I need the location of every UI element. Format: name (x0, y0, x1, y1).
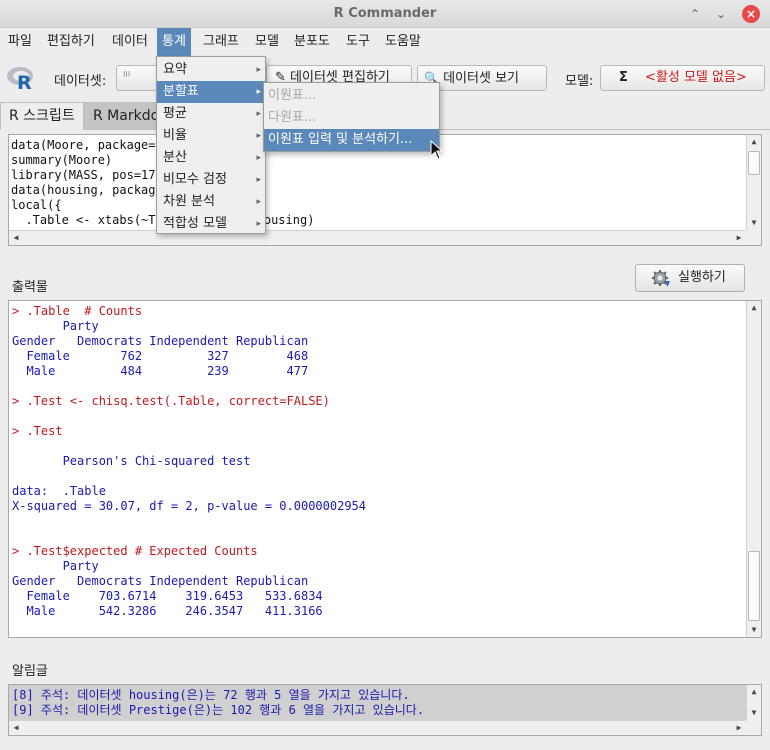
menu-file[interactable]: 파일 (3, 28, 37, 56)
menu-item-summaries[interactable]: 요약 ▸ (157, 59, 265, 81)
output-result-line (12, 379, 366, 394)
collapse-icon[interactable]: ⌃ (686, 5, 704, 23)
menu-models[interactable]: 모델 (250, 28, 284, 56)
dataset-label: 데이터셋: (54, 74, 107, 89)
output-command-line: > .Test <- chisq.test(.Table, correct=FA… (12, 394, 330, 408)
active-model-value: <활성 모델 없음> (645, 70, 747, 85)
output-text: > .Table # Counts Party Gender Democrats … (12, 304, 366, 619)
model-label: 모델: (565, 74, 594, 89)
menu-data[interactable]: 데이터 (107, 28, 153, 56)
submenu-arrow-icon: ▸ (256, 153, 261, 163)
messages-text: [8] 주석: 데이터셋 housing(은)는 72 행과 5 열을 가지고 … (12, 688, 424, 718)
messages-vertical-scrollbar[interactable]: ▲ ▼ (746, 685, 761, 720)
submenu-arrow-icon: ▸ (256, 87, 261, 97)
output-result-line: Party (12, 319, 99, 333)
gear-icon (652, 270, 670, 287)
tab-r-script[interactable]: R 스크립트 (0, 102, 84, 130)
menu-item-two-way-table: 이원표... (268, 88, 317, 103)
menu-distributions[interactable]: 분포도 (289, 28, 335, 56)
dataset-selector[interactable]: ᴵᴵᴵ (116, 65, 158, 91)
scroll-down-icon[interactable]: ▼ (747, 706, 761, 720)
menu-item-nonparametric-tests[interactable]: 비모수 검정 ▸ (157, 169, 265, 191)
scroll-thumb[interactable] (748, 151, 760, 175)
submenu-arrow-icon: ▸ (256, 65, 261, 75)
svg-text:R: R (17, 72, 32, 92)
output-result-line: Gender Democrats Independent Republican (12, 334, 309, 348)
output-command-line: > .Test$expected # Expected Counts (12, 544, 258, 558)
scroll-left-icon[interactable]: ◀ (9, 231, 23, 245)
menu-item-contingency-tables[interactable]: 분할표 ▸ (157, 81, 265, 103)
output-result-line: Male 484 239 477 (12, 364, 309, 378)
menu-item-multi-way-table: 다원표... (268, 110, 317, 125)
output-result-line: Gender Democrats Independent Republican (12, 574, 309, 588)
output-result-line: data: .Table (12, 484, 106, 498)
model-selector[interactable]: Σ <활성 모델 없음> (600, 65, 765, 91)
menu-item-fit-models[interactable]: 적합성 모델 ▸ (157, 213, 265, 235)
menu-item-proportions[interactable]: 비율 ▸ (157, 125, 265, 147)
output-result-line (12, 529, 366, 544)
scroll-up-icon[interactable]: ▲ (747, 301, 761, 315)
submenu-arrow-icon: ▸ (256, 175, 261, 185)
scroll-down-icon[interactable]: ▼ (747, 623, 761, 637)
scroll-right-icon[interactable]: ▶ (732, 721, 746, 735)
menu-graphs[interactable]: 그래프 (198, 28, 244, 56)
output-result-line (12, 439, 366, 454)
scroll-down-icon[interactable]: ▼ (747, 216, 761, 230)
scroll-thumb[interactable] (748, 551, 760, 621)
messages-horizontal-scrollbar[interactable]: ◀ ▶ (9, 720, 746, 735)
menu-item-variances[interactable]: 분산 ▸ (157, 147, 265, 169)
menu-tools[interactable]: 도구 (341, 28, 375, 56)
contingency-tables-submenu: 이원표... 다원표... 이원표 입력 및 분석하기... (263, 82, 440, 152)
menu-edit[interactable]: 편집하기 (42, 28, 100, 56)
title-bar: R Commander ⌃ ⌄ × (0, 0, 770, 28)
messages-label: 알림글 (12, 664, 48, 679)
statistics-menu: 요약 ▸ 분할표 ▸ 평균 ▸ 비율 ▸ 분산 ▸ 비모수 검정 ▸ 차원 분석 ▸ 적합성 … (156, 56, 266, 234)
menu-item-means[interactable]: 평균 ▸ (157, 103, 265, 125)
output-label: 출력물 (12, 280, 48, 295)
output-result-line (12, 469, 366, 484)
submenu-arrow-icon: ▸ (256, 197, 261, 207)
menu-item-dimensional-analysis[interactable]: 차원 분석 ▸ (157, 191, 265, 213)
submenu-arrow-icon: ▸ (256, 131, 261, 141)
output-command-line: > .Test (12, 424, 63, 438)
submenu-arrow-icon: ▸ (256, 109, 261, 119)
output-result-line: Pearson's Chi-squared test (12, 454, 251, 468)
script-vertical-scrollbar[interactable]: ▲ ▼ (746, 135, 761, 230)
mouse-pointer-icon (430, 140, 444, 160)
menu-item-enter-analyze-two-way-table[interactable]: 이원표 입력 및 분석하기... (264, 129, 439, 151)
output-result-line: Female 762 327 468 (12, 349, 309, 363)
run-button-label: 실행하기 (678, 270, 726, 285)
output-result-line: Female 703.6714 319.6453 533.6834 (12, 589, 323, 603)
output-command-line: > .Table # Counts (12, 304, 143, 318)
message-line: [9] 주석: 데이터셋 Prestige(은)는 102 행과 6 열을 가지… (12, 703, 425, 717)
output-result-line: Party (12, 559, 99, 573)
menu-statistics[interactable]: 통계 (157, 28, 191, 56)
output-pane[interactable]: > .Table # Counts Party Gender Democrats … (8, 300, 762, 638)
window-title: R Commander (333, 6, 437, 21)
output-result-line (12, 514, 366, 529)
scroll-up-icon[interactable]: ▲ (747, 685, 761, 699)
menu-bar: 파일 편집하기 데이터 통계 그래프 모델 분포도 도구 도움말 (0, 28, 770, 56)
message-line: [8] 주석: 데이터셋 housing(은)는 72 행과 5 열을 가지고 … (12, 688, 410, 702)
menu-help[interactable]: 도움말 (380, 28, 426, 56)
scroll-left-icon[interactable]: ◀ (9, 721, 23, 735)
output-vertical-scrollbar[interactable]: ▲ ▼ (746, 301, 761, 637)
minimize-icon[interactable]: ⌄ (712, 5, 730, 23)
output-result-line: Male 542.3286 246.3547 411.3166 (12, 604, 323, 618)
close-icon[interactable]: × (742, 5, 760, 23)
run-button[interactable]: 실행하기 (635, 264, 745, 292)
sigma-icon: Σ (619, 70, 628, 85)
output-result-line: X-squared = 30.07, df = 2, p-value = 0.0… (12, 499, 367, 513)
messages-pane[interactable]: [8] 주석: 데이터셋 housing(은)는 72 행과 5 열을 가지고 … (8, 684, 762, 736)
r-logo-icon: R (7, 67, 33, 92)
scroll-up-icon[interactable]: ▲ (747, 135, 761, 149)
script-horizontal-scrollbar[interactable]: ◀ ▶ (9, 230, 746, 245)
scroll-right-icon[interactable]: ▶ (732, 231, 746, 245)
output-result-line (12, 409, 366, 424)
submenu-arrow-icon: ▸ (256, 219, 261, 229)
